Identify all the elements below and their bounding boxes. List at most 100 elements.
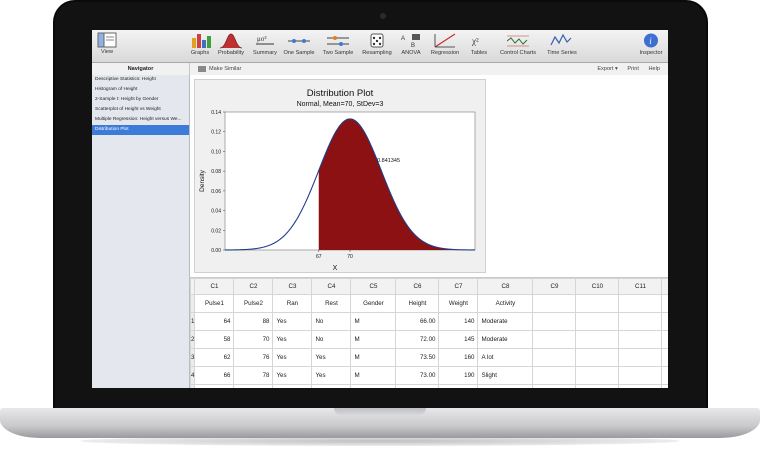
toolbar-control-charts[interactable]: Control Charts [496, 32, 540, 57]
navigator-item[interactable]: Scatterplot of Height vs Weight [92, 105, 189, 115]
table-cell[interactable]: 62 [194, 348, 235, 367]
column-header[interactable]: C1 [194, 278, 235, 295]
table-cell[interactable] [575, 348, 620, 367]
table-cell[interactable]: 145 [438, 330, 479, 349]
toolbar-resampling[interactable]: Resampling [360, 32, 394, 57]
table-cell[interactable]: Yes [311, 366, 352, 385]
table-cell[interactable] [532, 330, 577, 349]
column-header[interactable]: C8 [477, 278, 534, 295]
table-cell[interactable]: 73.50 [395, 348, 440, 367]
table-cell[interactable]: 70 [233, 330, 274, 349]
table-cell[interactable]: M [350, 330, 397, 349]
table-cell[interactable]: M [350, 348, 397, 367]
table-cell[interactable]: 72.00 [395, 330, 440, 349]
table-cell[interactable] [532, 312, 577, 331]
column-header[interactable]: C3 [272, 278, 313, 295]
column-name-cell[interactable] [618, 294, 663, 313]
table-cell[interactable]: Yes [272, 312, 313, 331]
table-cell[interactable] [618, 366, 663, 385]
table-cell[interactable]: Yes [272, 384, 313, 388]
toolbar-regression[interactable]: Regression [428, 32, 462, 57]
column-name-cell[interactable]: Activity [477, 294, 534, 313]
column-header[interactable]: C9 [532, 278, 577, 295]
table-cell[interactable]: Moderate [477, 384, 534, 388]
table-cell[interactable]: Yes [311, 348, 352, 367]
table-cell[interactable] [575, 366, 620, 385]
print-button[interactable]: Print [627, 66, 639, 72]
navigator-item[interactable]: Histogram of Height [92, 85, 189, 95]
column-name-cell[interactable]: Height [395, 294, 440, 313]
column-name-cell[interactable]: Weight [438, 294, 479, 313]
column-header[interactable]: C4 [311, 278, 352, 295]
column-name-cell[interactable] [532, 294, 577, 313]
toolbar-probability[interactable]: Probability [216, 32, 246, 57]
column-header[interactable]: C2 [233, 278, 274, 295]
toolbar-one-sample[interactable]: One Sample [282, 32, 316, 57]
make-similar-button[interactable]: Make Similar [198, 65, 241, 73]
table-cell[interactable]: M [350, 384, 397, 388]
column-header[interactable]: C6 [395, 278, 440, 295]
table-cell[interactable]: 76 [233, 348, 274, 367]
table-cell[interactable]: Slight [477, 366, 534, 385]
table-cell[interactable] [661, 312, 668, 331]
column-name-cell[interactable]: Pulse1 [194, 294, 235, 313]
table-cell[interactable]: No [311, 384, 352, 388]
table-cell[interactable]: M [350, 366, 397, 385]
view-button[interactable]: View [96, 32, 118, 56]
table-cell[interactable]: M [350, 312, 397, 331]
table-cell[interactable]: 80 [233, 384, 274, 388]
table-cell[interactable] [532, 366, 577, 385]
table-cell[interactable] [618, 330, 663, 349]
table-cell[interactable]: 160 [438, 348, 479, 367]
distribution-plot-panel[interactable]: Distribution Plot Normal, Mean=70, StDev… [194, 79, 486, 273]
export-button[interactable]: Export ▾ [597, 66, 618, 72]
table-cell[interactable]: 64 [194, 312, 235, 331]
column-header[interactable]: C5 [350, 278, 397, 295]
toolbar-time-series[interactable]: Time Series [544, 32, 580, 57]
table-cell[interactable]: 64 [194, 384, 235, 388]
column-header[interactable]: C7 [438, 278, 479, 295]
table-cell[interactable]: Yes [272, 330, 313, 349]
table-cell[interactable]: 190 [438, 366, 479, 385]
table-cell[interactable]: No [311, 312, 352, 331]
column-name-cell[interactable]: Pulse2 [233, 294, 274, 313]
table-cell[interactable] [618, 384, 663, 388]
table-cell[interactable] [661, 384, 668, 388]
toolbar-two-sample[interactable]: Two Sample [321, 32, 355, 57]
table-cell[interactable]: 88 [233, 312, 274, 331]
table-cell[interactable] [532, 384, 577, 388]
table-cell[interactable] [661, 366, 668, 385]
column-header[interactable]: C10 [575, 278, 620, 295]
table-cell[interactable]: Moderate [477, 312, 534, 331]
table-cell[interactable] [661, 330, 668, 349]
column-name-cell[interactable] [661, 294, 668, 313]
table-cell[interactable]: 155 [438, 384, 479, 388]
help-button[interactable]: Help [648, 66, 660, 72]
navigator-item[interactable]: Descriptive Statistics: Height [92, 75, 189, 85]
table-cell[interactable]: A lot [477, 348, 534, 367]
table-cell[interactable]: Yes [272, 366, 313, 385]
table-cell[interactable] [575, 312, 620, 331]
table-cell[interactable] [618, 348, 663, 367]
toolbar-anova[interactable]: A B ANOVA [398, 32, 424, 57]
toolbar-graphs[interactable]: Graphs [188, 32, 212, 57]
table-cell[interactable]: 66.00 [395, 312, 440, 331]
table-cell[interactable]: Yes [272, 348, 313, 367]
table-cell[interactable]: No [311, 330, 352, 349]
table-cell[interactable]: 66 [194, 366, 235, 385]
table-cell[interactable] [532, 348, 577, 367]
navigator-item[interactable]: Multiple Regression: Height versus We... [92, 115, 189, 125]
column-name-cell[interactable] [575, 294, 620, 313]
navigator-item[interactable]: 2-Sample t: Height by Gender [92, 95, 189, 105]
table-cell[interactable] [661, 348, 668, 367]
table-cell[interactable] [575, 330, 620, 349]
table-cell[interactable]: 140 [438, 312, 479, 331]
table-cell[interactable]: 78 [233, 366, 274, 385]
navigator-item-selected[interactable]: Distribution Plot [92, 125, 189, 135]
column-header[interactable]: C11 [618, 278, 663, 295]
table-cell[interactable]: 73.00 [395, 366, 440, 385]
toolbar-tables[interactable]: χ² Tables [466, 32, 492, 57]
column-name-cell[interactable]: Rest [311, 294, 352, 313]
table-cell[interactable]: 58 [194, 330, 235, 349]
inspector-button[interactable]: i Inspector [638, 32, 664, 57]
